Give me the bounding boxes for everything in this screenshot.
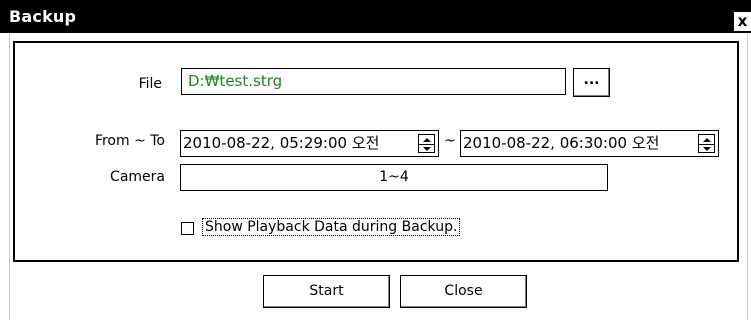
spin-down-icon[interactable]	[419, 144, 434, 153]
close-button[interactable]: Close	[400, 275, 527, 308]
from-datetime-picker[interactable]: 2010-08-22, 05:29:00 오전	[180, 130, 439, 157]
browse-button[interactable]: ...	[573, 68, 610, 97]
from-spinner[interactable]	[418, 134, 435, 153]
close-icon[interactable]: x	[734, 12, 751, 31]
spin-down-icon[interactable]	[699, 144, 714, 153]
range-separator: ~	[444, 133, 456, 149]
from-datetime-value: 2010-08-22, 05:29:00 오전	[183, 134, 380, 152]
to-spinner[interactable]	[698, 134, 715, 153]
range-label: From ~ To	[94, 133, 165, 149]
title-bar: Backup x	[0, 0, 751, 33]
left-border	[9, 33, 10, 320]
show-playback-checkbox[interactable]	[181, 222, 194, 235]
camera-selector[interactable]: 1~4	[180, 164, 608, 191]
file-label: File	[138, 76, 162, 92]
to-datetime-picker[interactable]: 2010-08-22, 06:30:00 오전	[460, 130, 719, 157]
file-path-input[interactable]: D:₩test.strg	[181, 68, 566, 95]
start-button[interactable]: Start	[263, 275, 390, 308]
to-datetime-value: 2010-08-22, 06:30:00 오전	[463, 134, 660, 152]
camera-label: Camera	[110, 169, 165, 185]
show-playback-label[interactable]: Show Playback Data during Backup.	[202, 218, 461, 236]
right-border	[747, 33, 748, 320]
window-title: Backup	[9, 7, 77, 26]
